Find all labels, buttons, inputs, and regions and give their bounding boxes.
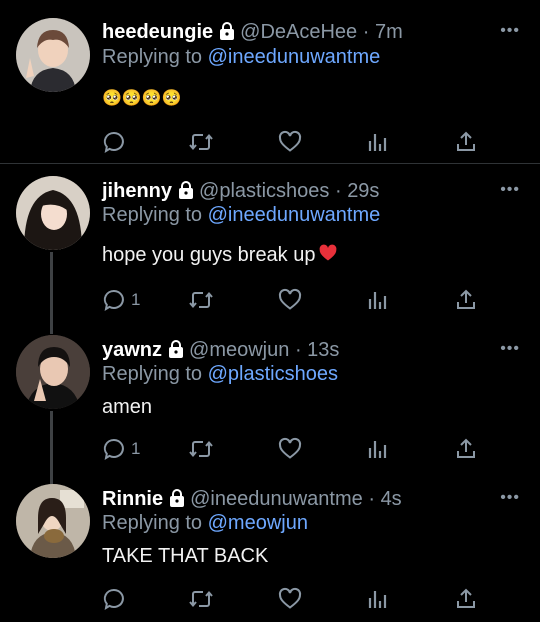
retweet-button[interactable] bbox=[188, 584, 214, 614]
tweet-header: jihenny @plasticshoes · 29s bbox=[102, 179, 379, 205]
display-name[interactable]: jihenny bbox=[102, 180, 172, 202]
like-button[interactable] bbox=[278, 434, 302, 464]
tweet-header: yawnz @meowjun · 13s bbox=[102, 338, 339, 364]
reply-button[interactable] bbox=[102, 127, 131, 157]
like-button[interactable] bbox=[278, 584, 302, 614]
share-button[interactable] bbox=[454, 285, 478, 315]
analytics-icon bbox=[368, 591, 387, 608]
share-button[interactable] bbox=[454, 584, 478, 614]
replying-to: Replying to @meowjun bbox=[102, 511, 308, 535]
handle[interactable]: @meowjun bbox=[189, 339, 289, 361]
tweet-text: amen bbox=[102, 396, 153, 418]
like-button[interactable] bbox=[278, 285, 302, 315]
lock-icon bbox=[218, 22, 236, 46]
tweet-text: hope you guys break up bbox=[102, 244, 316, 266]
heart-icon bbox=[278, 288, 302, 310]
retweet-button[interactable] bbox=[188, 285, 214, 315]
tweet-header: Rinnie @ineedunuwantme · 4s bbox=[102, 487, 402, 513]
mention-link[interactable]: @ineedunuwantme bbox=[208, 46, 381, 68]
avatar[interactable] bbox=[16, 484, 90, 558]
retweet-button[interactable] bbox=[188, 127, 214, 157]
display-name[interactable]: yawnz bbox=[102, 339, 162, 361]
more-icon[interactable]: ••• bbox=[500, 23, 520, 39]
analytics-button[interactable] bbox=[366, 584, 390, 614]
heart-icon bbox=[278, 437, 302, 459]
separator: · bbox=[362, 21, 370, 43]
red-heart-emoji bbox=[318, 243, 338, 270]
replying-to: Replying to @ineedunuwantme bbox=[102, 45, 380, 69]
analytics-button[interactable] bbox=[366, 127, 390, 157]
divider bbox=[0, 163, 540, 164]
analytics-button[interactable] bbox=[366, 285, 390, 315]
replying-prefix: Replying to bbox=[102, 363, 203, 385]
reply-button[interactable]: 1 bbox=[102, 434, 140, 464]
thread-line bbox=[50, 252, 53, 334]
heart-icon bbox=[278, 587, 302, 609]
handle[interactable]: @plasticshoes bbox=[199, 180, 329, 202]
handle[interactable]: @ineedunuwantme bbox=[190, 488, 363, 510]
replying-prefix: Replying to bbox=[102, 512, 203, 534]
lock-icon bbox=[167, 340, 185, 364]
avatar[interactable] bbox=[16, 18, 90, 92]
tweet-text: 🥺🥺🥺🥺 bbox=[102, 90, 182, 107]
replying-prefix: Replying to bbox=[102, 204, 203, 226]
more-icon[interactable]: ••• bbox=[500, 490, 520, 506]
retweet-icon bbox=[189, 440, 213, 458]
reply-count: 1 bbox=[131, 290, 141, 309]
replying-to: Replying to @ineedunuwantme bbox=[102, 203, 380, 227]
retweet-icon bbox=[189, 291, 213, 309]
reply-icon bbox=[103, 588, 124, 611]
display-name[interactable]: Rinnie bbox=[102, 488, 163, 510]
like-button[interactable] bbox=[278, 127, 302, 157]
lock-icon bbox=[168, 489, 186, 513]
action-bar: 1 bbox=[102, 285, 482, 315]
share-button[interactable] bbox=[454, 127, 478, 157]
action-bar: 1 bbox=[102, 434, 482, 464]
lock-icon bbox=[177, 181, 195, 205]
tweet-header: heedeungie @DeAceHee · 7m bbox=[102, 20, 403, 46]
share-icon bbox=[457, 588, 475, 608]
heart-icon bbox=[278, 130, 302, 152]
display-name[interactable]: heedeungie bbox=[102, 21, 213, 43]
retweet-icon bbox=[189, 590, 213, 608]
more-icon[interactable]: ••• bbox=[500, 341, 520, 357]
mention-link[interactable]: @ineedunuwantme bbox=[208, 204, 381, 226]
share-button[interactable] bbox=[454, 434, 478, 464]
replying-to: Replying to @plasticshoes bbox=[102, 362, 338, 386]
retweet-button[interactable] bbox=[188, 434, 214, 464]
share-icon bbox=[457, 131, 475, 151]
reply-button[interactable]: 1 bbox=[102, 285, 140, 315]
handle[interactable]: @DeAceHee bbox=[240, 21, 357, 43]
retweet-icon bbox=[189, 133, 213, 151]
mention-link[interactable]: @plasticshoes bbox=[208, 363, 338, 385]
action-bar bbox=[102, 584, 482, 614]
thread-line bbox=[50, 411, 53, 485]
avatar[interactable] bbox=[16, 176, 90, 250]
share-icon bbox=[457, 289, 475, 309]
reply-icon bbox=[103, 289, 124, 312]
separator: · bbox=[334, 180, 342, 202]
separator: · bbox=[294, 339, 302, 361]
analytics-icon bbox=[368, 292, 387, 309]
analytics-icon bbox=[368, 134, 387, 151]
reply-count: 1 bbox=[131, 439, 141, 458]
reply-button[interactable] bbox=[102, 584, 131, 614]
tweet-text: TAKE THAT BACK bbox=[102, 545, 269, 567]
timestamp[interactable]: 13s bbox=[307, 339, 339, 361]
replying-prefix: Replying to bbox=[102, 46, 203, 68]
timestamp[interactable]: 29s bbox=[347, 180, 379, 202]
share-icon bbox=[457, 438, 475, 458]
timestamp[interactable]: 4s bbox=[381, 488, 402, 510]
action-bar bbox=[102, 127, 482, 157]
tweet-text-row: hope you guys break up bbox=[102, 242, 338, 270]
timestamp[interactable]: 7m bbox=[375, 21, 403, 43]
analytics-button[interactable] bbox=[366, 434, 390, 464]
reply-icon bbox=[103, 438, 124, 461]
mention-link[interactable]: @meowjun bbox=[208, 512, 308, 534]
reply-icon bbox=[103, 131, 124, 154]
separator: · bbox=[368, 488, 375, 510]
analytics-icon bbox=[368, 441, 387, 458]
more-icon[interactable]: ••• bbox=[500, 182, 520, 198]
avatar[interactable] bbox=[16, 335, 90, 409]
